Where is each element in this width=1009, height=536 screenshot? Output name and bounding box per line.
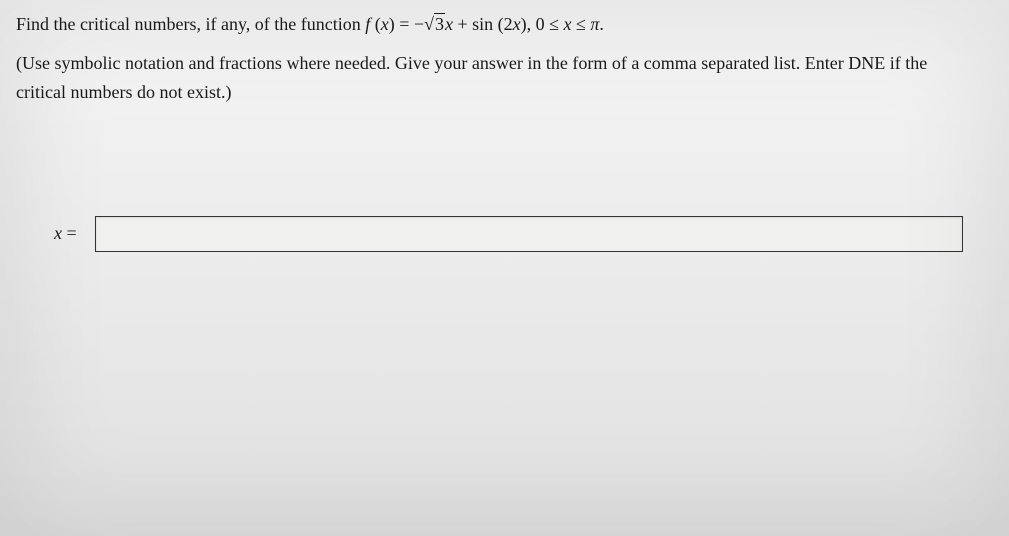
answer-row: x =: [16, 216, 993, 252]
sin-close-domain: ), 0 ≤: [521, 14, 564, 34]
equals: ) =: [389, 14, 414, 34]
answer-input[interactable]: [95, 216, 963, 252]
prompt-text: Find the critical numbers, if any, of th…: [16, 14, 365, 34]
problem-instructions-line2: (Use symbolic notation and fractions whe…: [16, 51, 993, 76]
domain-leq: ≤: [572, 14, 591, 34]
function-var-x: x: [381, 14, 389, 34]
sin-var-x: x: [513, 14, 521, 34]
radical-icon: √: [424, 14, 434, 34]
problem-instructions-line3: critical numbers do not exist.): [16, 80, 993, 105]
paren-open: (: [370, 14, 381, 34]
sqrt-expression: √3: [424, 12, 445, 37]
plus-sin: + sin (2: [453, 14, 513, 34]
negative-sign: −: [414, 14, 424, 34]
answer-label: x =: [54, 223, 77, 244]
x-after-sqrt: x: [445, 14, 453, 34]
problem-statement-line1: Find the critical numbers, if any, of th…: [16, 12, 993, 37]
answer-equals: =: [62, 223, 77, 243]
period: .: [599, 14, 604, 34]
answer-var-x: x: [54, 223, 62, 243]
sqrt-radicand: 3: [434, 13, 445, 34]
domain-x: x: [564, 14, 572, 34]
